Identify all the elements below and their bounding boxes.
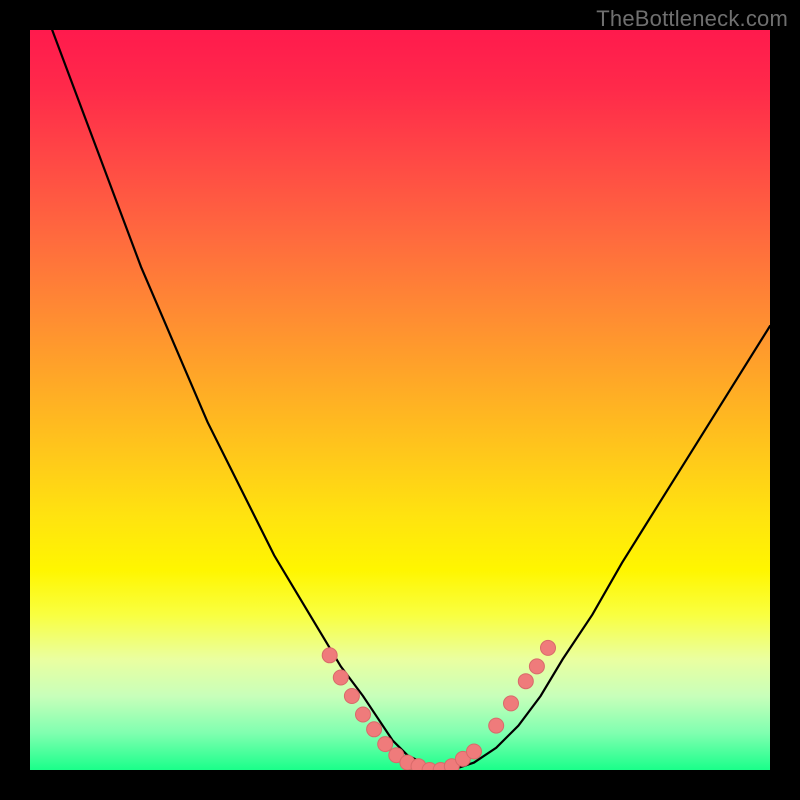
chart-frame: TheBottleneck.com xyxy=(0,0,800,800)
plot-area xyxy=(30,30,770,770)
curve-marker-dot xyxy=(322,648,337,663)
curve-marker-dot xyxy=(489,718,504,733)
curve-marker-dot xyxy=(529,659,544,674)
curve-marker-group xyxy=(322,640,555,770)
curve-marker-dot xyxy=(467,744,482,759)
curve-svg xyxy=(30,30,770,770)
bottleneck-curve xyxy=(52,30,770,770)
curve-marker-dot xyxy=(333,670,348,685)
curve-marker-dot xyxy=(541,640,556,655)
curve-marker-dot xyxy=(504,696,519,711)
watermark-text: TheBottleneck.com xyxy=(596,6,788,32)
curve-marker-dot xyxy=(344,689,359,704)
curve-marker-dot xyxy=(367,722,382,737)
curve-marker-dot xyxy=(356,707,371,722)
curve-marker-dot xyxy=(518,674,533,689)
curve-marker-dot xyxy=(378,737,393,752)
